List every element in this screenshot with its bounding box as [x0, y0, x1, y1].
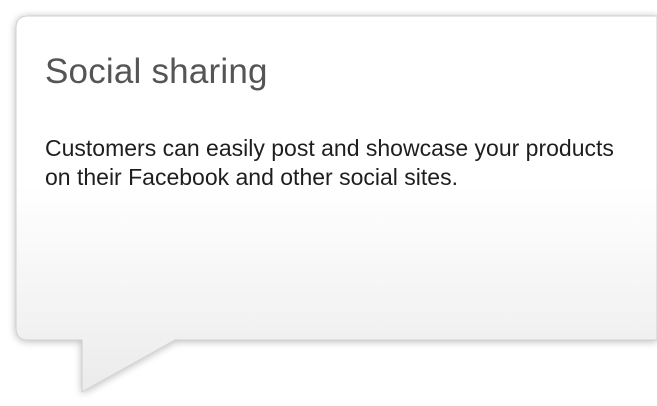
card-title: Social sharing [45, 52, 268, 91]
card-content: Social sharing Customers can easily post… [45, 52, 645, 192]
social-sharing-card: Social sharing Customers can easily post… [0, 0, 657, 406]
card-description: Customers can easily post and showcase y… [45, 135, 614, 190]
